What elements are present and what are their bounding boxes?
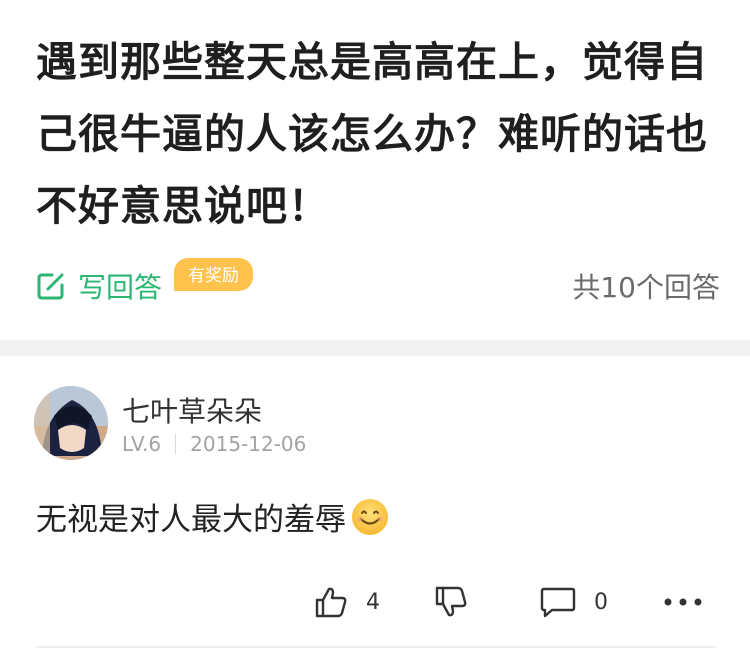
like-count: 4 (366, 589, 380, 615)
comment-count: 0 (594, 589, 608, 615)
answer-actions: 4 0 (0, 580, 750, 628)
more-icon (664, 598, 702, 606)
write-answer-button[interactable]: 写回答 (36, 266, 162, 306)
meta-separator (175, 434, 177, 454)
dislike-button[interactable] (434, 586, 468, 618)
question-title: 遇到那些整天总是高高在上，觉得自己很牛逼的人该怎么办？难听的话也不好意思说吧！ (36, 38, 708, 230)
answer-meta: LV.6 2015-12-06 (122, 432, 306, 456)
thumbs-up-icon (314, 586, 348, 618)
author-level: LV.6 (122, 432, 162, 456)
bottom-divider (36, 646, 716, 648)
section-divider (0, 340, 750, 356)
answer-count[interactable]: 共10个回答 (572, 266, 720, 306)
answer-text: 无视是对人最大的羞辱 (36, 502, 346, 538)
comment-icon (540, 586, 576, 618)
thumbs-down-icon (434, 586, 468, 618)
more-button[interactable] (664, 598, 702, 606)
write-answer-label: 写回答 (78, 271, 163, 304)
like-button[interactable]: 4 (314, 586, 380, 618)
comment-button[interactable]: 0 (540, 586, 608, 618)
answer-date: 2015-12-06 (190, 432, 307, 456)
author-name[interactable]: 七叶草朵朵 (122, 390, 262, 430)
answer-body: 无视是对人最大的羞辱 (36, 494, 390, 539)
question-actions: 写回答 有奖励 共10个回答 (36, 258, 720, 318)
avatar[interactable] (34, 386, 108, 460)
reward-badge: 有奖励 (174, 258, 253, 291)
edit-icon (36, 271, 66, 301)
qa-page: 遇到那些整天总是高高在上，觉得自己很牛逼的人该怎么办？难听的话也不好意思说吧！ … (0, 0, 750, 650)
smile-emoji-icon (350, 497, 390, 537)
